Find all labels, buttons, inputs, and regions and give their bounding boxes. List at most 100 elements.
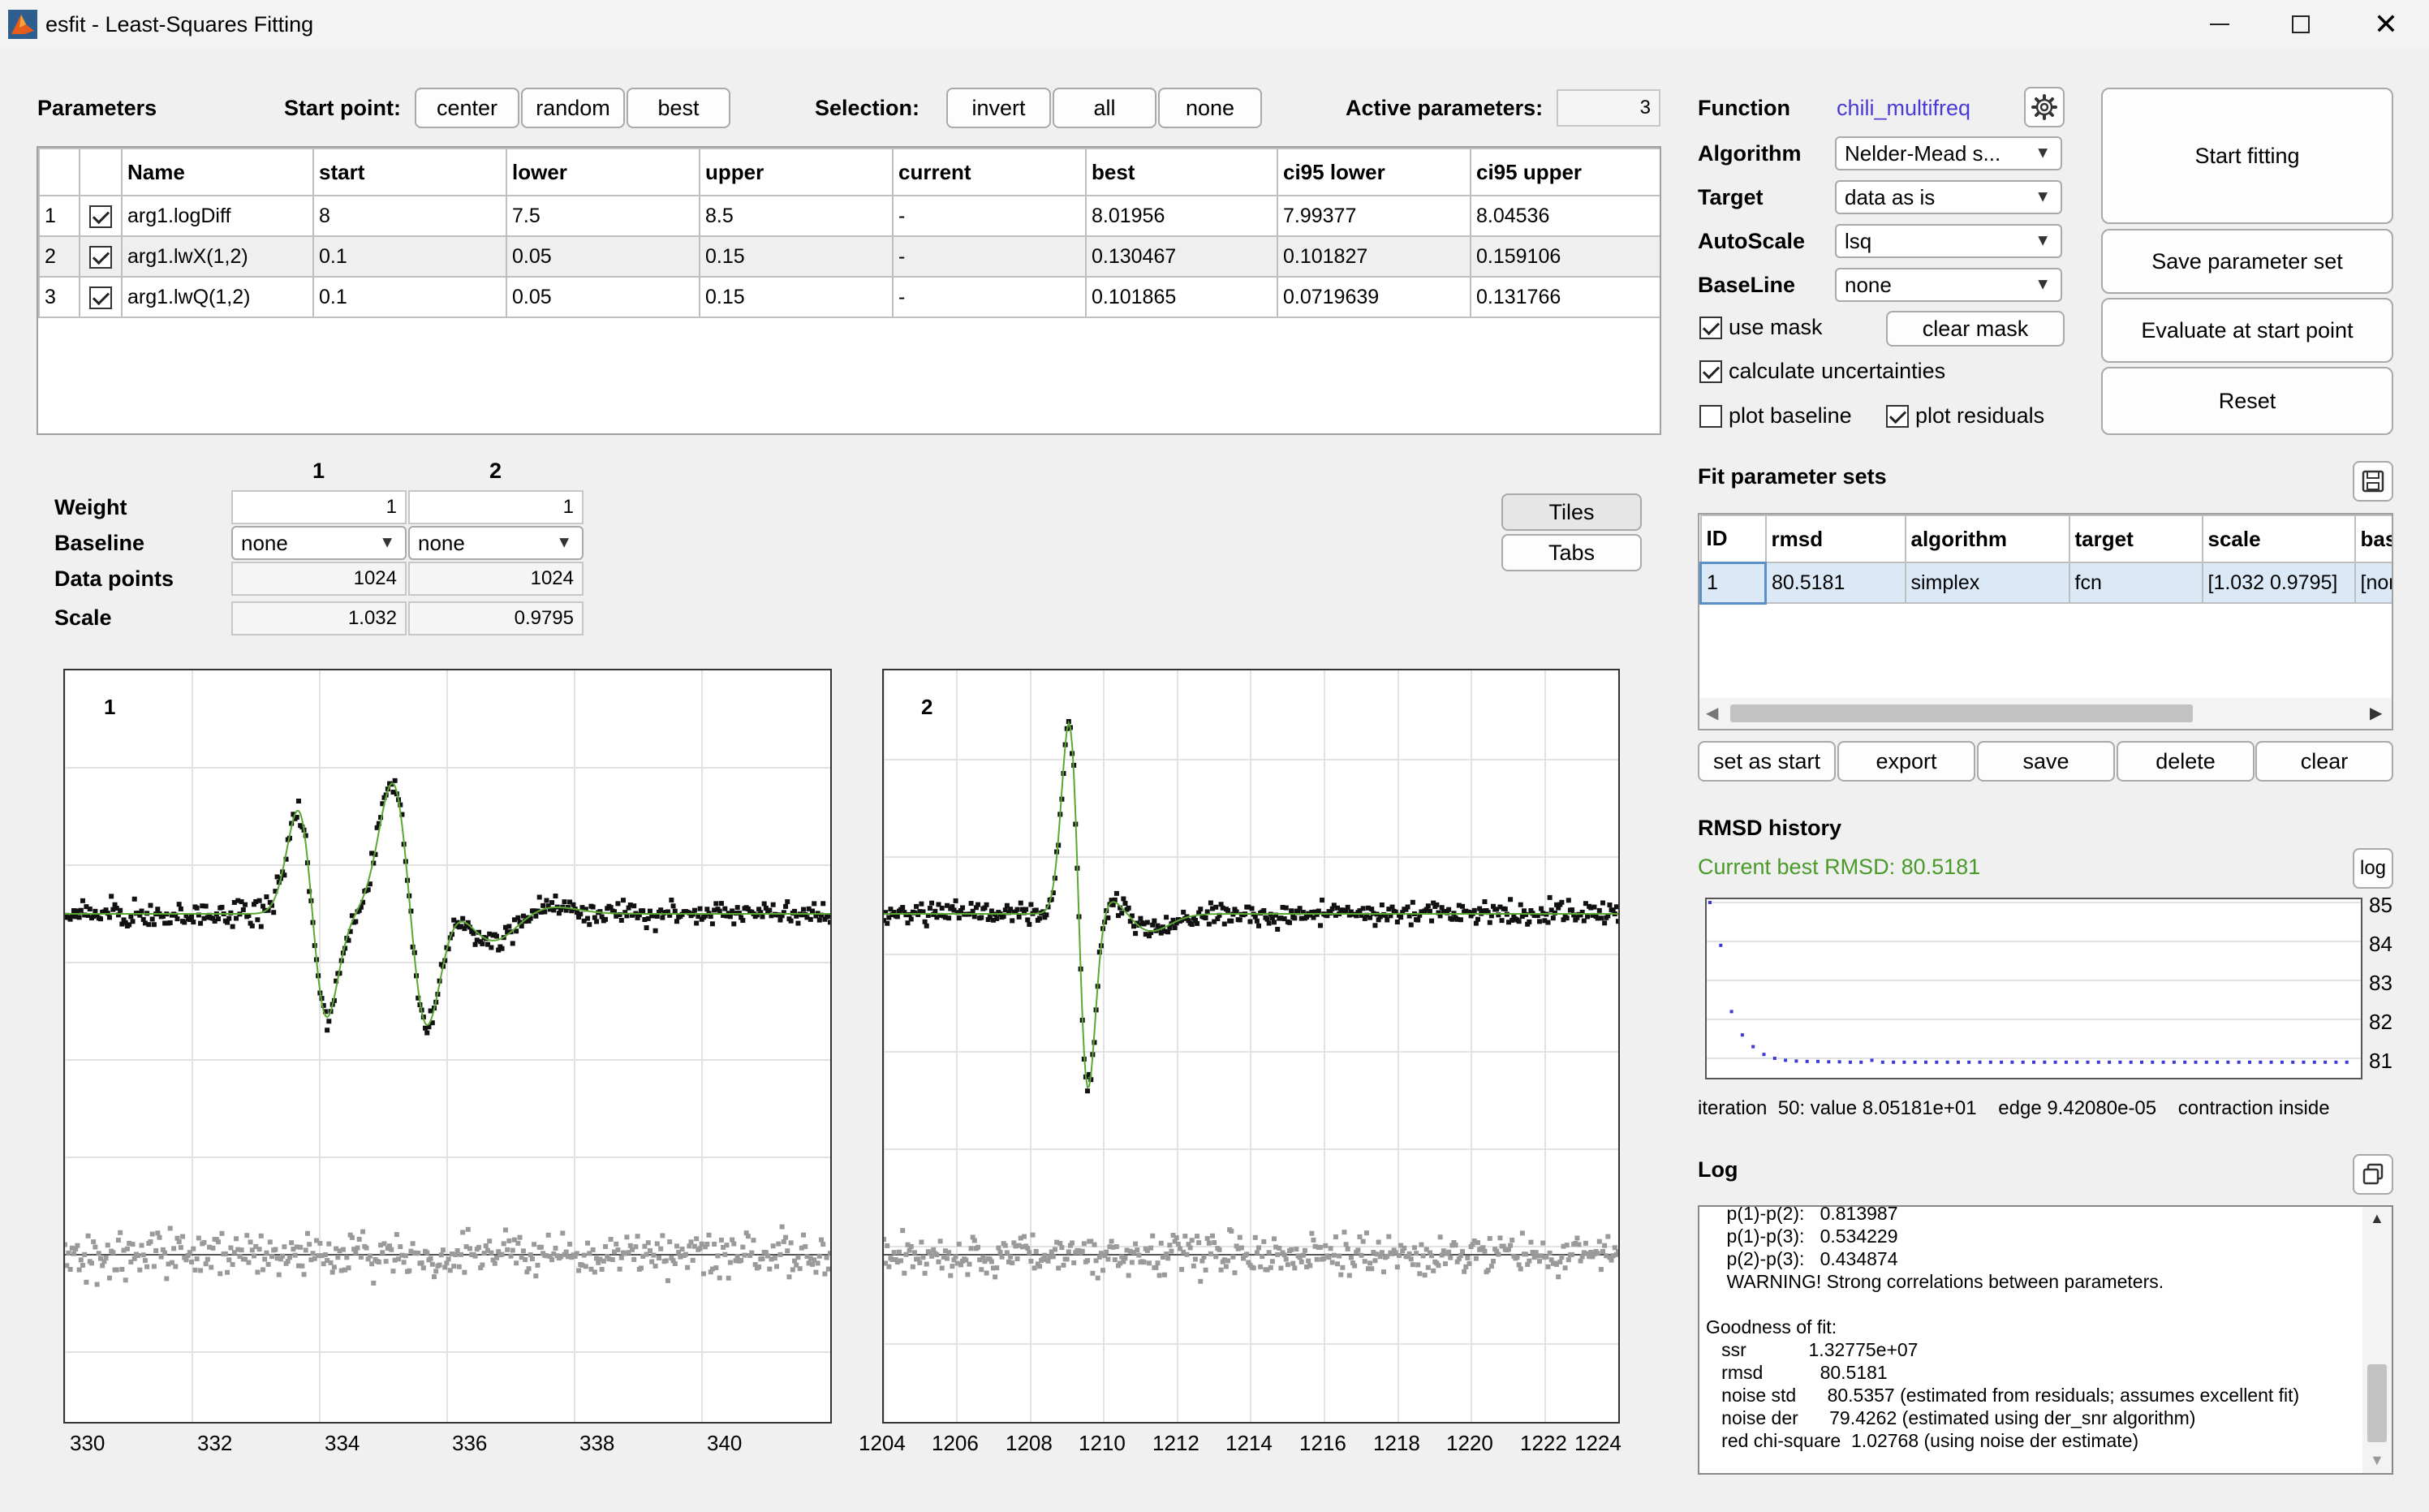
- column-header[interactable]: Name: [121, 148, 314, 196]
- column-header[interactable]: start: [312, 148, 507, 196]
- scroll-right-icon[interactable]: ▶: [2370, 703, 2382, 723]
- baseline-select-2[interactable]: none ▼: [408, 526, 584, 560]
- export-button[interactable]: export: [1837, 741, 1975, 782]
- cell-lower[interactable]: 7.5: [506, 195, 700, 237]
- x-tick-label: 1204: [859, 1431, 906, 1455]
- use-mask-checkbox[interactable]: use mask: [1699, 315, 1823, 340]
- cell-ci95-lower: 0.0719639: [1277, 276, 1471, 318]
- table-row[interactable]: 2 arg1.lwX(1,2) 0.1 0.05 0.15 - 0.130467…: [38, 235, 1660, 278]
- start-fitting-button[interactable]: Start fitting: [2101, 88, 2393, 224]
- save-parameter-set-button[interactable]: Save parameter set: [2101, 229, 2393, 294]
- column-header[interactable]: ID: [1699, 515, 1767, 563]
- cell-start[interactable]: 0.1: [312, 235, 507, 278]
- clear-button[interactable]: clear: [2255, 741, 2393, 782]
- fit-plot-2[interactable]: 2: [881, 669, 1621, 1424]
- scroll-left-icon[interactable]: ◀: [1706, 703, 1718, 723]
- table-row[interactable]: 1 80.5181 simplex fcn [1.032 0.9795] [no…: [1699, 561, 2392, 605]
- function-link[interactable]: chili_multifreq: [1837, 96, 1970, 121]
- y-tick-label: 81: [2369, 1049, 2392, 1073]
- minimize-icon[interactable]: [2191, 0, 2248, 49]
- cell-upper[interactable]: 8.5: [699, 195, 894, 237]
- vertical-scrollbar[interactable]: ▲ ▼: [2362, 1207, 2392, 1473]
- scroll-down-icon[interactable]: ▼: [2370, 1452, 2384, 1469]
- function-settings-button[interactable]: [2024, 87, 2065, 127]
- scrollbar-thumb[interactable]: [1730, 704, 2193, 722]
- checkbox-box[interactable]: [1886, 404, 1909, 428]
- start-random-button[interactable]: random: [521, 88, 625, 128]
- log-panel[interactable]: p(1)-p(2): 0.813987 p(1)-p(3): 0.534229 …: [1698, 1205, 2393, 1475]
- column-header[interactable]: lower: [506, 148, 700, 196]
- column-header[interactable]: ci95 upper: [1470, 148, 1660, 196]
- cell-name[interactable]: arg1.lwQ(1,2): [121, 276, 314, 318]
- selection-all-button[interactable]: all: [1053, 88, 1156, 128]
- plot-baseline-checkbox[interactable]: plot baseline: [1699, 403, 1852, 429]
- cell-baseline[interactable]: [nor: [2354, 562, 2392, 604]
- checkbox-box[interactable]: [1699, 360, 1722, 383]
- cell-upper[interactable]: 0.15: [699, 276, 894, 318]
- calculate-uncertainties-checkbox[interactable]: calculate uncertainties: [1699, 359, 1945, 384]
- autoscale-select[interactable]: lsq ▼: [1835, 224, 2062, 258]
- autoscale-select-value: lsq: [1845, 228, 1872, 253]
- table-row[interactable]: 1 arg1.logDiff 8 7.5 8.5 - 8.01956 7.993…: [38, 195, 1660, 237]
- copy-log-button[interactable]: [2353, 1154, 2393, 1195]
- target-select[interactable]: data as is ▼: [1835, 180, 2062, 214]
- column-header[interactable]: bas: [2354, 515, 2392, 563]
- fit-sets-table[interactable]: ID rmsd algorithm target scale bas 1 80.…: [1698, 513, 2393, 730]
- column-header[interactable]: target: [2068, 515, 2203, 563]
- scroll-up-icon[interactable]: ▲: [2370, 1210, 2384, 1227]
- fit-plot-1[interactable]: 1: [62, 669, 833, 1424]
- row-active-checkbox[interactable]: [89, 245, 112, 269]
- cell-name[interactable]: arg1.lwX(1,2): [121, 235, 314, 278]
- checkbox-box[interactable]: [1699, 404, 1722, 428]
- cell-id[interactable]: 1: [1699, 561, 1767, 605]
- scrollbar-thumb[interactable]: [2367, 1364, 2387, 1442]
- evaluate-start-point-button[interactable]: Evaluate at start point: [2101, 298, 2393, 363]
- reset-button[interactable]: Reset: [2101, 367, 2393, 435]
- cell-start[interactable]: 8: [312, 195, 507, 237]
- horizontal-scrollbar[interactable]: ◀ ▶: [1699, 698, 2392, 729]
- column-header: [38, 148, 80, 196]
- close-icon[interactable]: ✕: [2358, 0, 2414, 49]
- dataset-col-header: 2: [489, 459, 502, 483]
- clear-mask-button[interactable]: clear mask: [1886, 311, 2065, 347]
- baseline-fit-select[interactable]: none ▼: [1835, 268, 2062, 302]
- table-row[interactable]: 3 arg1.lwQ(1,2) 0.1 0.05 0.15 - 0.101865…: [38, 276, 1660, 318]
- save-fitsets-button[interactable]: [2353, 461, 2393, 502]
- column-header[interactable]: current: [892, 148, 1087, 196]
- log-scale-button[interactable]: log: [2353, 848, 2393, 889]
- column-header[interactable]: best: [1085, 148, 1278, 196]
- row-active-checkbox[interactable]: [89, 205, 112, 228]
- maximize-icon[interactable]: [2272, 0, 2329, 49]
- algorithm-select[interactable]: Nelder-Mead s... ▼: [1835, 136, 2062, 170]
- cell-scale[interactable]: [1.032 0.9795]: [2201, 562, 2356, 604]
- start-best-button[interactable]: best: [627, 88, 730, 128]
- baseline-select-1[interactable]: none ▼: [231, 526, 407, 560]
- row-active-checkbox[interactable]: [89, 286, 112, 309]
- start-center-button[interactable]: center: [415, 88, 519, 128]
- column-header[interactable]: algorithm: [1904, 515, 2070, 563]
- cell-start[interactable]: 0.1: [312, 276, 507, 318]
- cell-rmsd[interactable]: 80.5181: [1764, 562, 1906, 604]
- cell-name[interactable]: arg1.logDiff: [121, 195, 314, 237]
- cell-upper[interactable]: 0.15: [699, 235, 894, 278]
- cell-lower[interactable]: 0.05: [506, 235, 700, 278]
- set-as-start-button[interactable]: set as start: [1698, 741, 1836, 782]
- checkbox-box[interactable]: [1699, 316, 1722, 339]
- parameters-table[interactable]: Name start lower upper current best ci95…: [37, 146, 1661, 435]
- column-header[interactable]: rmsd: [1764, 515, 1906, 563]
- delete-button[interactable]: delete: [2117, 741, 2255, 782]
- column-header[interactable]: upper: [699, 148, 894, 196]
- column-header[interactable]: ci95 lower: [1277, 148, 1471, 196]
- tabs-button[interactable]: Tabs: [1501, 534, 1642, 571]
- weight-field-2[interactable]: 1: [408, 490, 584, 524]
- tiles-button[interactable]: Tiles: [1501, 493, 1642, 531]
- cell-target[interactable]: fcn: [2068, 562, 2203, 604]
- selection-invert-button[interactable]: invert: [946, 88, 1051, 128]
- cell-lower[interactable]: 0.05: [506, 276, 700, 318]
- save-button[interactable]: save: [1977, 741, 2115, 782]
- weight-field-1[interactable]: 1: [231, 490, 407, 524]
- selection-none-button[interactable]: none: [1158, 88, 1262, 128]
- plot-residuals-checkbox[interactable]: plot residuals: [1886, 403, 2044, 429]
- column-header[interactable]: scale: [2201, 515, 2356, 563]
- cell-algorithm[interactable]: simplex: [1904, 562, 2070, 604]
